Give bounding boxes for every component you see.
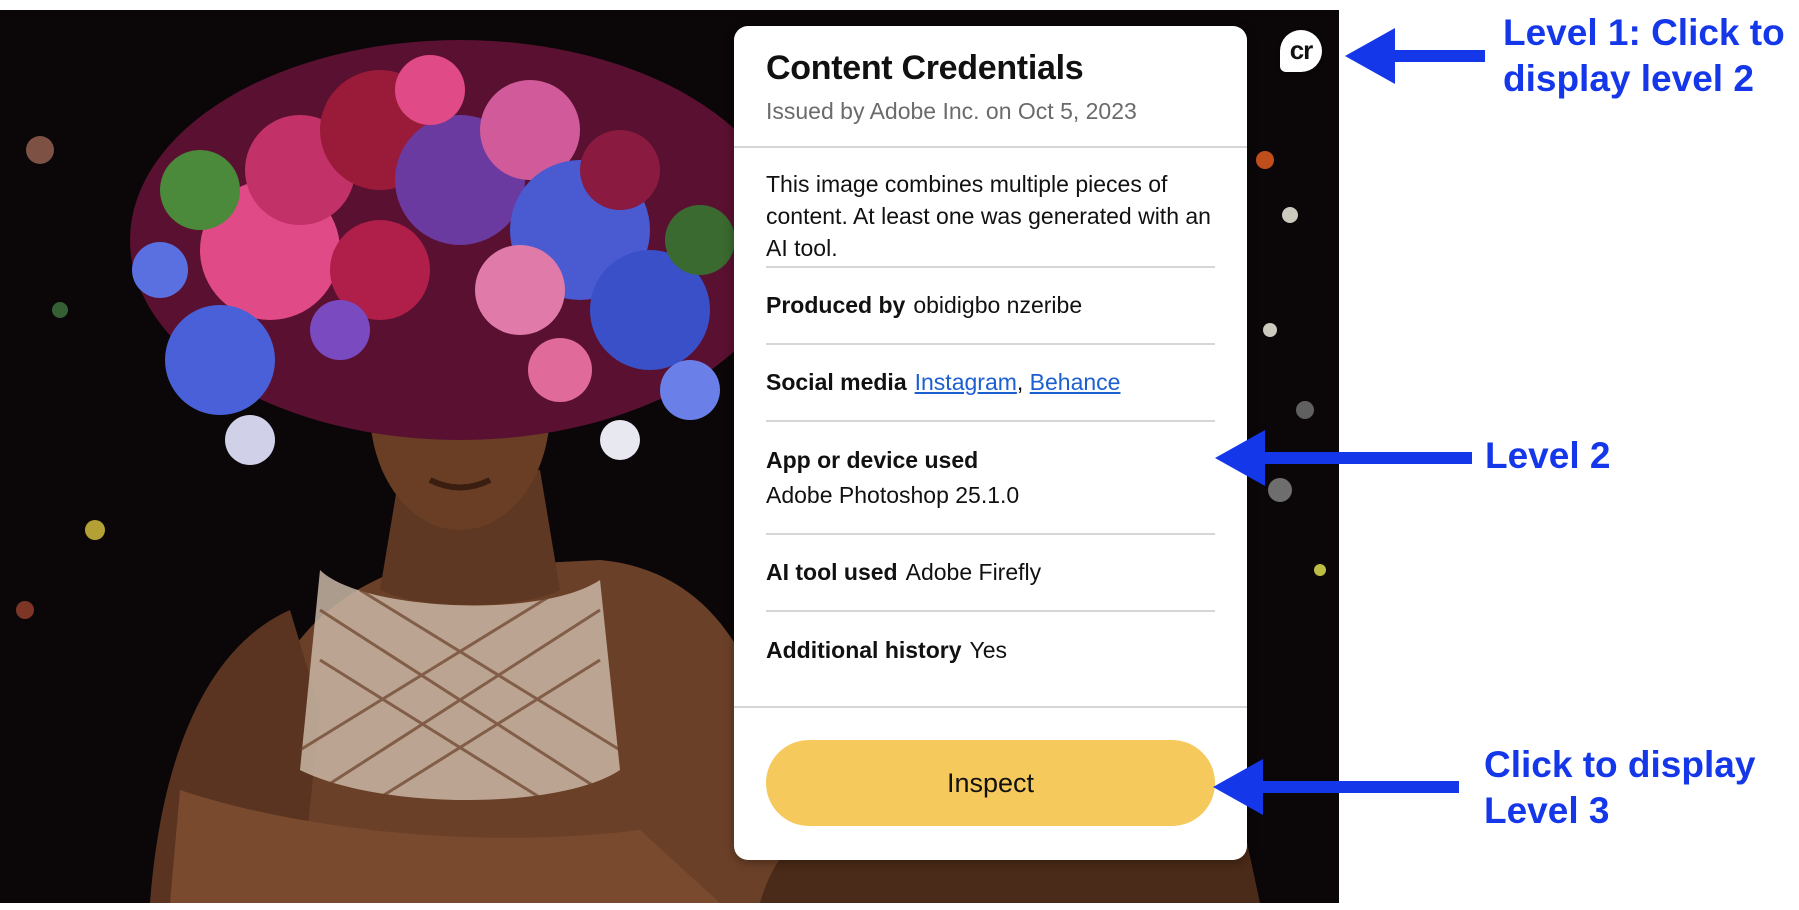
annotation-level1: Level 1: Click to display level 2 [1503, 10, 1785, 102]
app-device-value: Adobe Photoshop 25.1.0 [766, 482, 1020, 508]
additional-history-label: Additional history [766, 636, 962, 663]
ai-tool-row: AI tool used Adobe Firefly [766, 535, 1215, 612]
content-summary: This image combines multiple pieces of c… [766, 148, 1215, 268]
panel-title: Content Credentials [766, 49, 1084, 87]
arrow-left-icon [1213, 759, 1459, 815]
app-device-row: App or device used Adobe Photoshop 25.1.… [766, 422, 1215, 535]
annotation-level1-line2: display level 2 [1503, 58, 1754, 99]
additional-history-row: Additional history Yes [766, 612, 1215, 688]
annotation-level3-line2: Level 3 [1484, 790, 1610, 831]
social-media-label: Social media [766, 369, 907, 395]
inspect-button[interactable]: Inspect [766, 740, 1215, 826]
arrow-left-icon [1215, 430, 1472, 486]
annotation-level3-line1: Click to display [1484, 744, 1756, 785]
produced-by-value: obidigbo nzeribe [913, 292, 1083, 318]
link-separator: , [1016, 369, 1024, 395]
content-credentials-badge[interactable]: cr [1280, 30, 1322, 72]
annotation-level2: Level 2 [1485, 435, 1611, 476]
content-credentials-panel: Content Credentials Issued by Adobe Inc.… [734, 26, 1247, 860]
arrow-left-icon [1345, 28, 1485, 84]
produced-by-label: Produced by [766, 292, 906, 318]
panel-footer: Inspect [734, 706, 1247, 860]
ai-tool-value: Adobe Firefly [905, 559, 1042, 585]
panel-body: This image combines multiple pieces of c… [734, 148, 1247, 688]
annotation-level3: Click to display Level 3 [1484, 742, 1755, 834]
content-credentials-icon: cr [1289, 35, 1314, 65]
additional-history-value: Yes [969, 636, 1008, 663]
panel-header: Content Credentials Issued by Adobe Inc.… [734, 26, 1247, 148]
ai-tool-label: AI tool used [766, 559, 898, 585]
app-device-label: App or device used [766, 447, 979, 473]
produced-by-row: Produced by obidigbo nzeribe [766, 268, 1215, 345]
social-media-row: Social media Instagram, Behance [766, 345, 1215, 422]
annotation-level1-line1: Level 1: Click to [1503, 12, 1785, 53]
instagram-link[interactable]: Instagram [915, 369, 1017, 395]
issued-by: Issued by Adobe Inc. on Oct 5, 2023 [766, 98, 1137, 124]
behance-link[interactable]: Behance [1030, 369, 1121, 395]
